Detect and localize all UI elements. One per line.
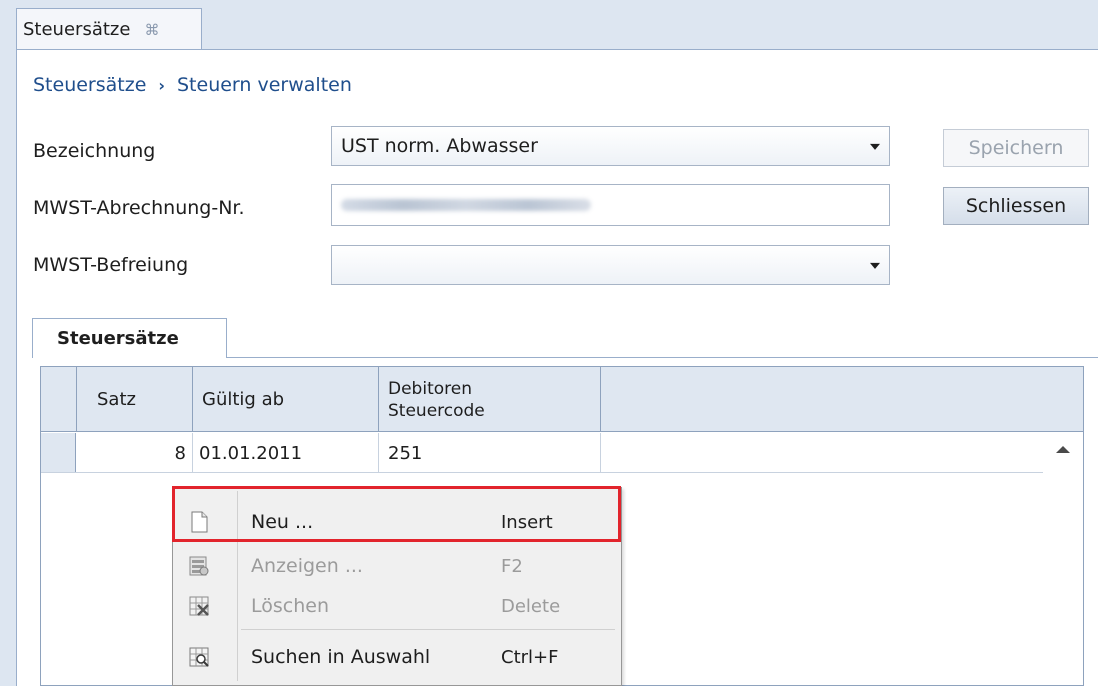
breadcrumb-separator-icon: › — [158, 75, 165, 95]
table-row[interactable]: 8 01.01.2011 251 — [41, 433, 1043, 473]
chevron-down-icon — [870, 143, 880, 150]
delete-grid-icon — [189, 596, 209, 616]
column-header-debitoren-steuercode[interactable]: Debitoren Steuercode — [379, 367, 601, 432]
menu-item-search-in-selection[interactable]: Suchen in Auswahl Ctrl+F — [173, 637, 621, 677]
cell-satz: 8 — [77, 433, 193, 473]
cell-gueltig-ab: 01.01.2011 — [193, 433, 379, 473]
menu-item-delete[interactable]: Löschen Delete — [173, 586, 621, 626]
cell-steuercode: 251 — [379, 433, 601, 473]
mwst-nr-label: MWST-Abrechnung-Nr. — [33, 197, 245, 219]
mwst-nr-redacted-value — [341, 199, 591, 211]
chevron-down-icon — [870, 262, 880, 269]
scroll-up-arrow-icon[interactable] — [1056, 446, 1070, 453]
tab-steuersaetze[interactable]: Steuersätze — [32, 318, 227, 358]
mwst-befreiung-label: MWST-Befreiung — [33, 254, 189, 276]
menu-item-view[interactable]: Anzeigen ... F2 — [173, 546, 621, 586]
view-form-icon — [189, 556, 209, 576]
row-selector-header — [41, 367, 77, 432]
column-header-line-1: Debitoren — [388, 378, 472, 399]
document-tab-steuersaetze[interactable]: Steuersätze ⌘ — [16, 8, 202, 50]
menu-item-label: Suchen in Auswahl — [251, 646, 431, 668]
column-header-line-2: Steuercode — [388, 400, 485, 421]
close-button[interactable]: Schliessen — [943, 187, 1089, 225]
bezeichnung-value: UST norm. Abwasser — [341, 135, 538, 157]
column-header-satz[interactable]: Satz — [77, 367, 193, 432]
bezeichnung-dropdown[interactable]: UST norm. Abwasser — [331, 126, 890, 166]
menu-separator — [241, 629, 615, 630]
highlight-frame — [172, 486, 621, 542]
mwst-nr-field[interactable] — [331, 184, 890, 226]
breadcrumb: Steuersätze › Steuern verwalten — [33, 74, 352, 96]
menu-item-label: Anzeigen ... — [251, 555, 363, 577]
save-button[interactable]: Speichern — [943, 129, 1089, 167]
breadcrumb-current: Steuern verwalten — [177, 74, 352, 96]
breadcrumb-root-link[interactable]: Steuersätze — [33, 74, 146, 96]
menu-item-shortcut: Ctrl+F — [501, 646, 559, 668]
grid-header: Satz Gültig ab Debitoren Steuercode — [41, 367, 1083, 432]
bezeichnung-label: Bezeichnung — [33, 140, 156, 162]
mwst-befreiung-dropdown[interactable] — [331, 245, 890, 285]
tab-close-icon[interactable]: ⌘ — [144, 21, 159, 39]
menu-item-shortcut: F2 — [501, 555, 523, 577]
menu-item-label: Löschen — [251, 595, 329, 617]
document-tab-title: Steuersätze — [23, 19, 131, 40]
menu-item-shortcut: Delete — [501, 595, 561, 617]
search-grid-icon — [189, 647, 209, 667]
column-header-gueltig-ab[interactable]: Gültig ab — [193, 367, 379, 432]
